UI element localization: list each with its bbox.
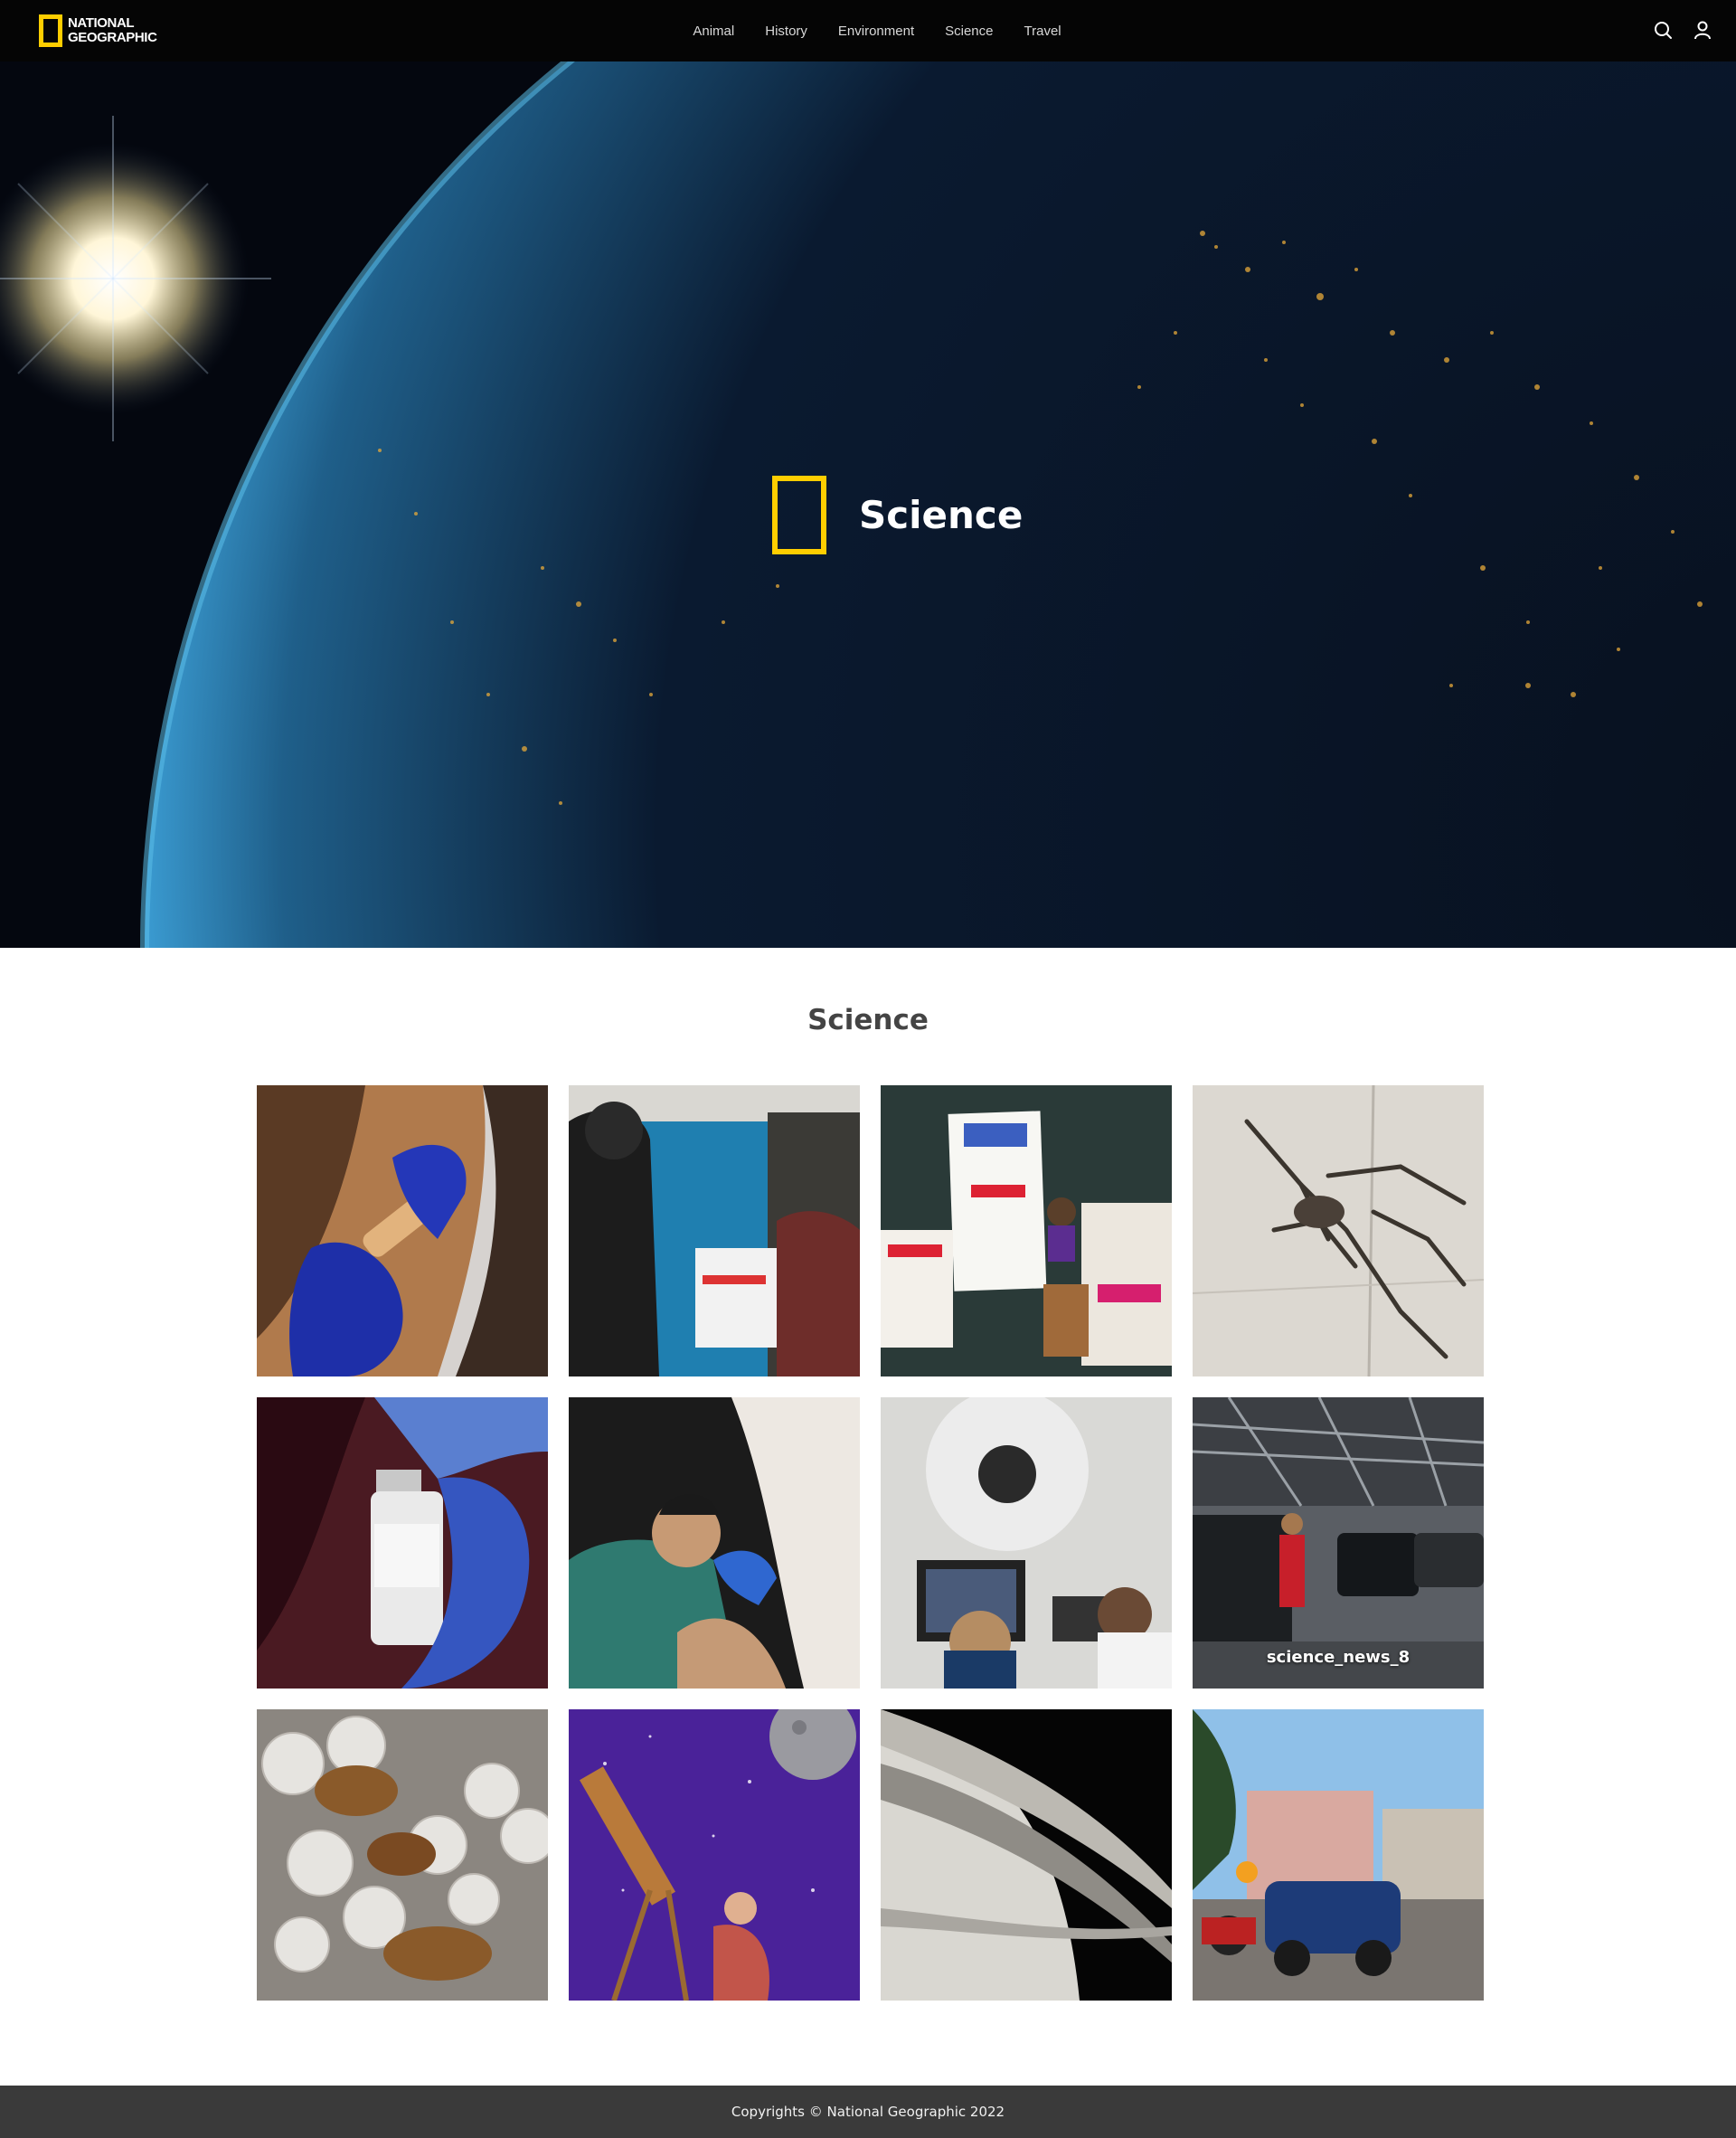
news-tile-5[interactable] <box>257 1397 548 1689</box>
tile-image-drive-through-testing <box>1193 1397 1484 1689</box>
nav-history[interactable]: History <box>750 24 823 39</box>
user-icon[interactable] <box>1693 20 1712 40</box>
tile-image-vaccine-delivery <box>569 1085 860 1376</box>
tile-image-saturn <box>881 1709 1172 2001</box>
news-tile-6[interactable] <box>569 1397 860 1689</box>
nav-environment[interactable]: Environment <box>823 24 929 39</box>
nav-science[interactable]: Science <box>929 24 1008 39</box>
science-news-grid: science_news_8 <box>257 1085 1485 2001</box>
logo-line-2: GEOGRAPHIC <box>68 30 157 45</box>
tile-caption: science_news_8 <box>1266 1648 1410 1667</box>
site-footer: Copyrights © National Geographic 2022 <box>0 2086 1736 2138</box>
tile-image-vaccination <box>569 1397 860 1689</box>
tile-image-vaccine-vial <box>257 1397 548 1689</box>
tile-image-mri-scan <box>881 1397 1172 1689</box>
footer-copyright: Copyrights © National Geographic 2022 <box>731 2104 1005 2120</box>
hero-banner: Science <box>0 61 1736 948</box>
logo-wordmark: NATIONAL GEOGRAPHIC <box>68 16 157 45</box>
news-tile-1[interactable] <box>257 1085 548 1376</box>
hero-title: Science <box>859 493 1024 537</box>
main-nav: Animal History Environment Science Trave… <box>0 0 1736 61</box>
news-tile-2[interactable] <box>569 1085 860 1376</box>
tile-image-hatching-turtles <box>257 1709 548 2001</box>
news-tile-8[interactable]: science_news_8 <box>1193 1397 1484 1689</box>
news-tile-11[interactable] <box>881 1709 1172 2001</box>
logo-yellow-frame <box>39 14 62 47</box>
tile-image-fossil <box>1193 1085 1484 1376</box>
hero-yellow-frame-icon <box>772 476 826 554</box>
nav-animal[interactable]: Animal <box>677 24 750 39</box>
news-tile-4[interactable] <box>1193 1085 1484 1376</box>
search-icon[interactable] <box>1653 20 1673 40</box>
logo-line-1: NATIONAL <box>68 15 135 31</box>
site-logo[interactable]: NATIONAL GEOGRAPHIC <box>39 14 157 47</box>
news-tile-7[interactable] <box>881 1397 1172 1689</box>
news-tile-10[interactable] <box>569 1709 860 2001</box>
news-tile-9[interactable] <box>257 1709 548 2001</box>
tile-image-telescope-illustration <box>569 1709 860 2001</box>
news-tile-12[interactable] <box>1193 1709 1484 2001</box>
tile-image-bandage <box>257 1085 548 1376</box>
tile-image-protest <box>881 1085 1172 1376</box>
header-actions <box>1653 20 1712 40</box>
tile-image-street-scene <box>1193 1709 1484 2001</box>
section-title: Science <box>807 1004 929 1036</box>
hero-heading: Science <box>772 476 1023 554</box>
news-tile-3[interactable] <box>881 1085 1172 1376</box>
site-header: NATIONAL GEOGRAPHIC Animal History Envir… <box>0 0 1736 61</box>
nav-travel[interactable]: Travel <box>1009 24 1077 39</box>
